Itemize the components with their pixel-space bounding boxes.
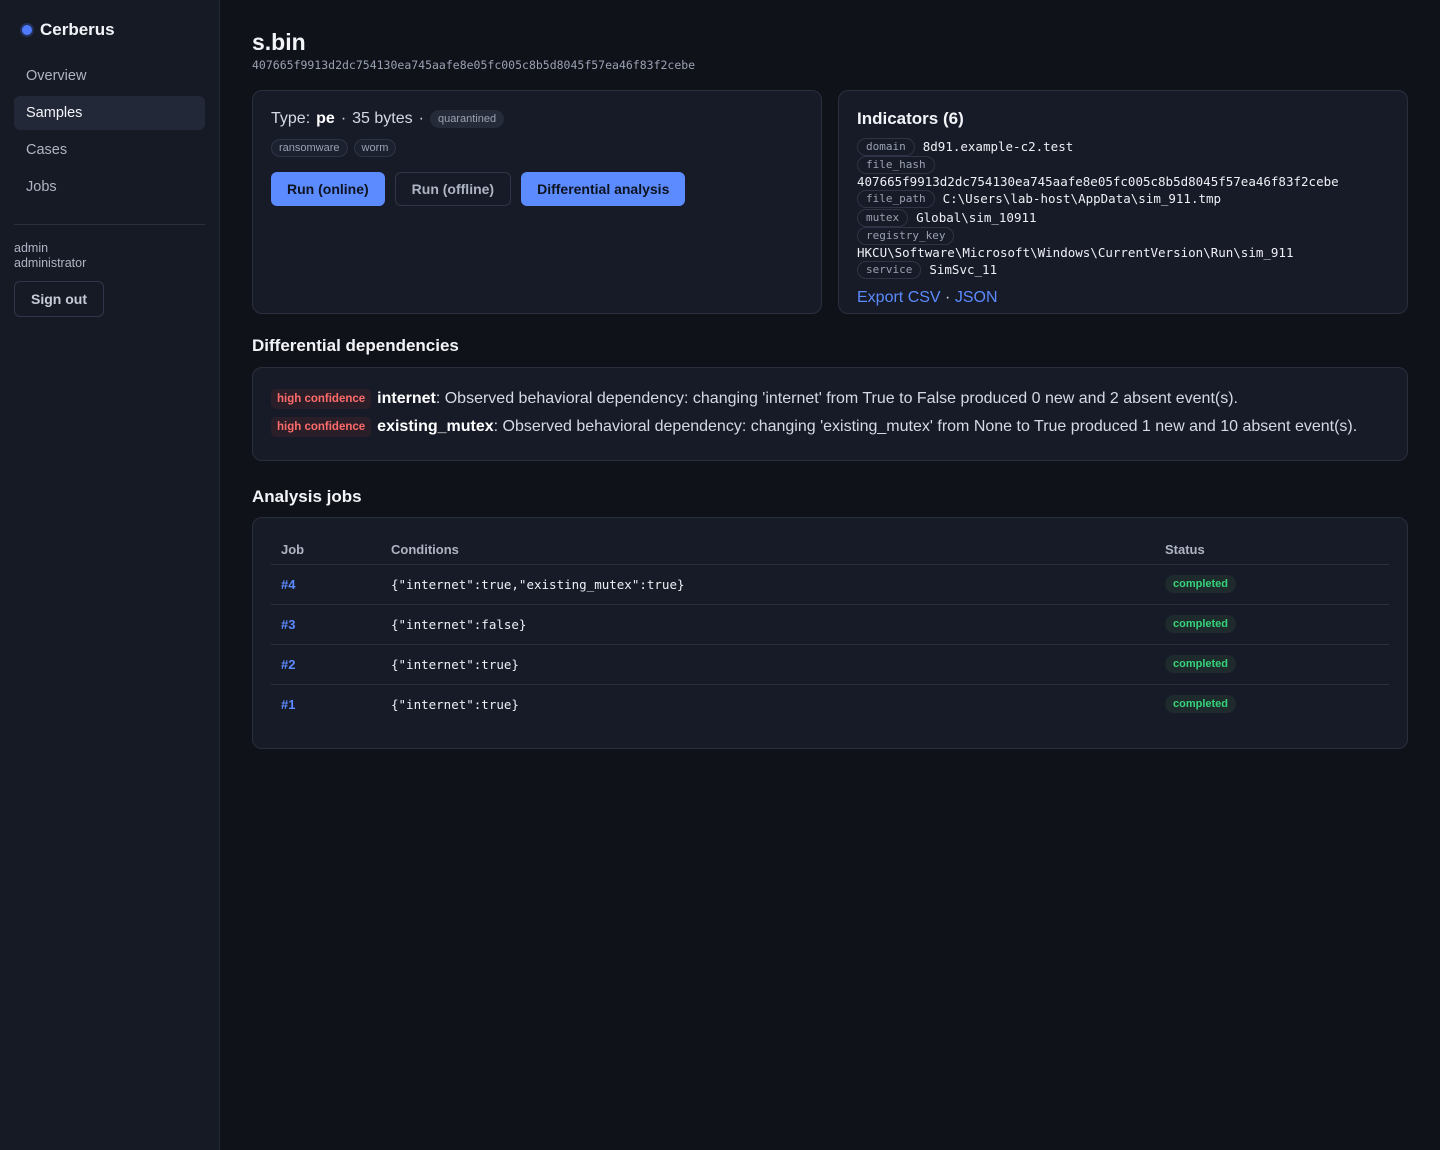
status-badge: completed: [1165, 615, 1237, 633]
export-json-link[interactable]: JSON: [955, 289, 998, 306]
indicators-card: Indicators (6) domain 8d91.example-c2.te…: [838, 90, 1408, 314]
sample-hash: 407665f9913d2dc754130ea745aafe8e05fc005c…: [252, 58, 696, 72]
run-offline-button[interactable]: Run (offline): [394, 172, 512, 206]
sample-type: pe: [316, 110, 335, 127]
dependencies-title: Differential dependencies: [252, 336, 459, 355]
status-badge: completed: [1165, 695, 1237, 714]
indicator-value: Global\sim_10911: [916, 210, 1037, 225]
dependency-text: internet: Observed behavioral dependency…: [377, 390, 1238, 408]
export-csv-link[interactable]: Export CSV: [857, 289, 941, 306]
dependency-row: high confidence existing_mutex: Observed…: [271, 413, 1389, 441]
status-badge: completed: [1165, 575, 1237, 593]
indicator-row: file_hash 407665f9913d2dc754130ea745aafe…: [857, 156, 1389, 189]
app-name: Cerberus: [40, 20, 115, 39]
user-role: administrator: [14, 256, 87, 270]
dependency-row: high confidence internet: Observed behav…: [271, 385, 1389, 413]
table-row: #3 {"internet":false} completed: [271, 603, 1389, 644]
column-header-conditions: Conditions: [391, 542, 459, 557]
page-title: s.bin: [252, 29, 306, 55]
status-badge: quarantined: [429, 110, 505, 128]
differential-analysis-button[interactable]: Differential analysis: [521, 172, 686, 206]
table-row: #2 {"internet":true} completed: [271, 643, 1389, 684]
separator: ·: [945, 289, 951, 306]
nav-item-cases[interactable]: Cases: [14, 133, 205, 167]
indicator-row: mutex Global\sim_10911: [857, 208, 1389, 227]
indicators-title: Indicators (6): [857, 109, 964, 128]
nav-item-jobs[interactable]: Jobs: [14, 170, 205, 204]
nav-item-overview[interactable]: Overview: [14, 59, 205, 93]
user-name: admin: [14, 241, 49, 255]
dependency-description: : Observed behavioral dependency: changi…: [435, 390, 1238, 407]
dependency-name: internet: [377, 390, 436, 407]
sidebar-divider: [14, 224, 205, 225]
table-header-row: Job Conditions Status: [271, 542, 1389, 564]
indicators-list: domain 8d91.example-c2.test file_hash 40…: [857, 137, 1389, 279]
indicator-value: SimSvc_11: [929, 262, 998, 277]
column-header-status: Status: [1165, 542, 1205, 557]
brand[interactable]: Cerberus: [14, 20, 205, 40]
job-link[interactable]: #3: [281, 617, 295, 632]
job-conditions: {"internet":false}: [381, 603, 1155, 644]
sign-out-button[interactable]: Sign out: [14, 281, 104, 317]
separator: ·: [340, 110, 347, 127]
confidence-badge: high confidence: [271, 389, 372, 409]
tag-ransomware[interactable]: ransomware: [271, 139, 348, 157]
user-info: admin administrator: [14, 241, 205, 271]
indicator-value: C:\Users\lab-host\AppData\sim_911.tmp: [942, 191, 1222, 206]
indicator-value: 8d91.example-c2.test: [922, 139, 1074, 154]
indicator-row: file_path C:\Users\lab-host\AppData\sim_…: [857, 189, 1389, 208]
table-row: #4 {"internet":true,"existing_mutex":tru…: [271, 563, 1389, 604]
indicator-key: domain: [857, 137, 915, 156]
indicator-row: domain 8d91.example-c2.test: [857, 137, 1389, 156]
sidebar: Cerberus Overview Samples Cases Jobs adm…: [0, 0, 220, 1150]
main-nav: Overview Samples Cases Jobs: [14, 59, 205, 204]
job-link[interactable]: #4: [281, 577, 295, 592]
status-badge: completed: [1165, 655, 1237, 673]
jobs-title: Analysis jobs: [252, 487, 362, 506]
indicator-key: file_path: [857, 189, 935, 208]
run-online-button[interactable]: Run (online): [271, 172, 385, 206]
action-buttons: Run (online) Run (offline) Differential …: [271, 172, 803, 206]
indicator-key: file_hash: [857, 156, 935, 174]
nav-item-samples[interactable]: Samples: [14, 96, 205, 130]
confidence-badge: high confidence: [271, 417, 372, 437]
sample-tags: ransomware worm: [271, 139, 803, 157]
indicator-row: registry_key HKCU\Software\Microsoft\Win…: [857, 227, 1389, 260]
indicator-key: mutex: [857, 208, 909, 227]
job-conditions: {"internet":true,"existing_mutex":true}: [381, 563, 1155, 604]
jobs-card: Job Conditions Status #4 {"internet":tru…: [252, 517, 1408, 749]
column-header-job: Job: [281, 542, 305, 557]
indicator-value: 407665f9913d2dc754130ea745aafe8e05fc005c…: [857, 174, 1339, 189]
dependency-name: existing_mutex: [377, 418, 494, 435]
indicator-key: service: [857, 260, 922, 279]
job-conditions: {"internet":true}: [381, 683, 1155, 724]
dependency-description: : Observed behavioral dependency: changi…: [493, 418, 1358, 435]
table-row: #1 {"internet":true} completed: [271, 683, 1389, 724]
main-content: s.bin 407665f9913d2dc754130ea745aafe8e05…: [252, 0, 1408, 749]
job-conditions: {"internet":true}: [381, 643, 1155, 684]
sample-type-line: Type: pe · 35 bytes · quarantined: [271, 109, 803, 129]
sample-size: 35 bytes: [352, 110, 413, 127]
job-link[interactable]: #1: [281, 697, 295, 712]
separator: ·: [418, 110, 424, 127]
jobs-table: Job Conditions Status #4 {"internet":tru…: [271, 542, 1389, 724]
indicator-value: HKCU\Software\Microsoft\Windows\CurrentV…: [857, 245, 1294, 260]
type-label: Type:: [271, 110, 311, 127]
indicator-key: registry_key: [857, 227, 955, 245]
job-link[interactable]: #2: [281, 657, 295, 672]
dependencies-card: high confidence internet: Observed behav…: [252, 367, 1408, 461]
dependency-text: existing_mutex: Observed behavioral depe…: [377, 418, 1357, 436]
brand-dot-icon: [22, 25, 32, 35]
export-links: Export CSV · JSON: [857, 289, 1389, 307]
tag-worm[interactable]: worm: [353, 139, 397, 157]
indicator-row: service SimSvc_11: [857, 260, 1389, 279]
sample-summary-card: Type: pe · 35 bytes · quarantined ransom…: [252, 90, 822, 314]
